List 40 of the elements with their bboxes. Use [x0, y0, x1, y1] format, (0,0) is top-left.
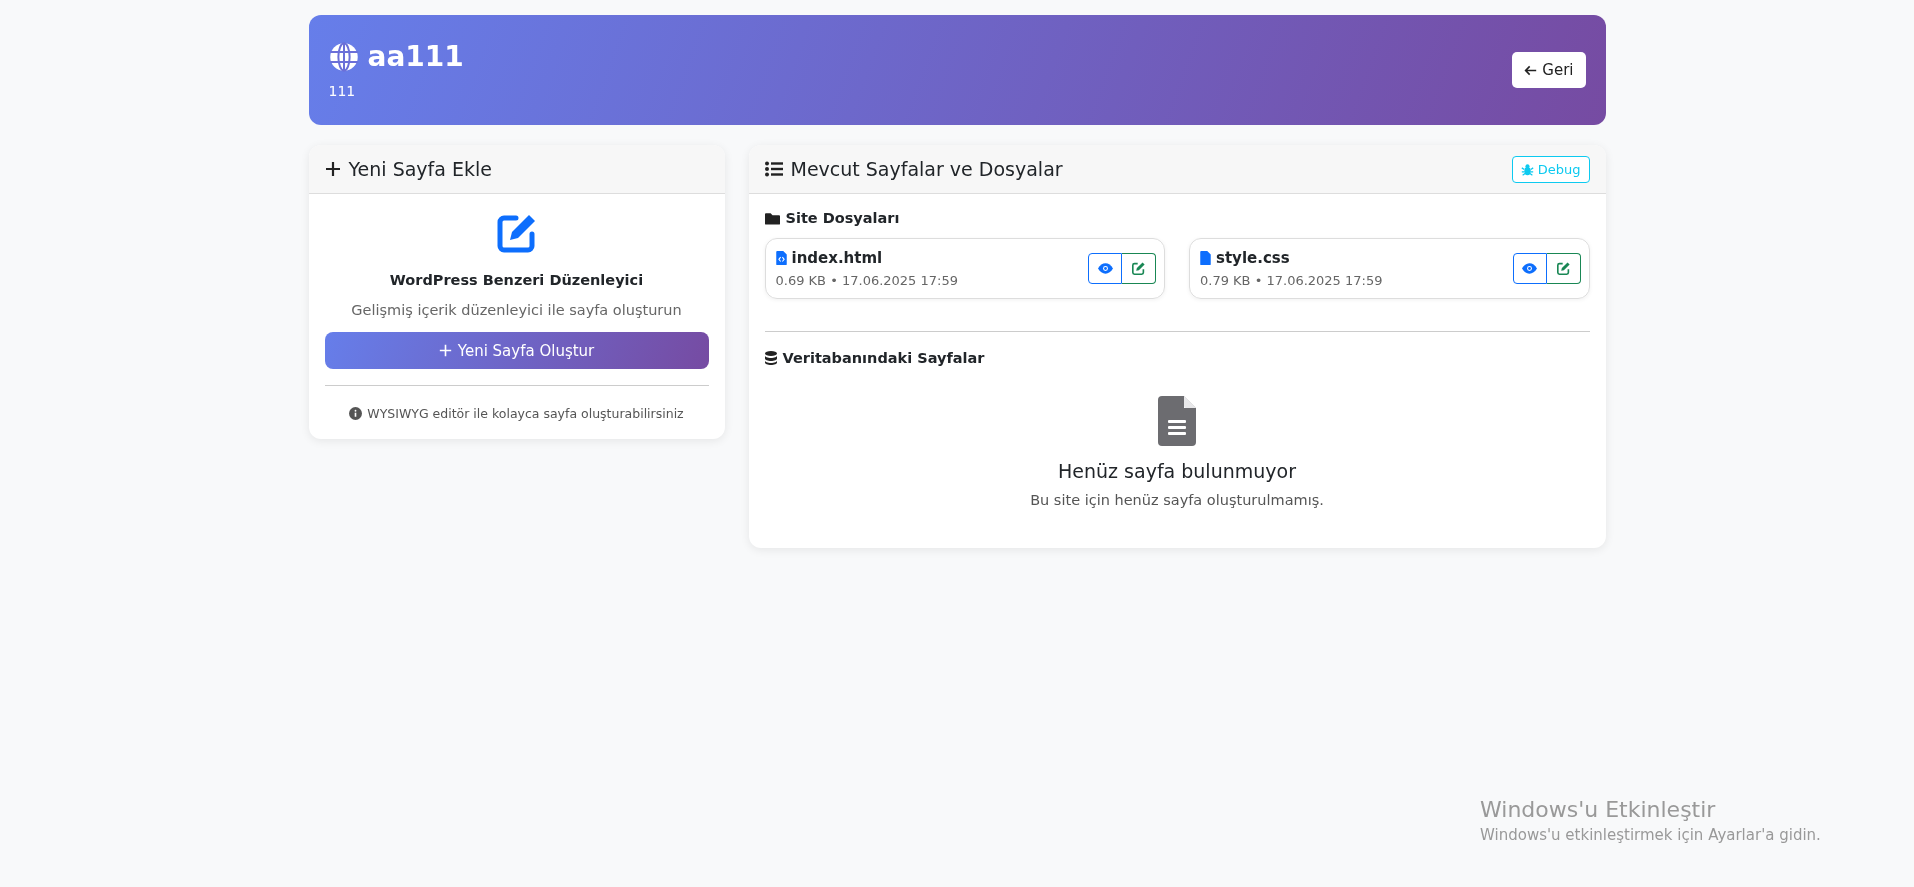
folder-icon — [764, 211, 780, 225]
back-button[interactable]: Geri — [1512, 52, 1586, 88]
document-icon — [1158, 396, 1196, 446]
file-meta: 0.79 KB • 17.06.2025 17:59 — [1200, 273, 1383, 288]
eye-icon — [1097, 263, 1113, 274]
section-title: Veritabanındaki Sayfalar — [782, 350, 985, 366]
edit-icon — [495, 212, 538, 254]
edit-button[interactable] — [1546, 253, 1581, 284]
section-title: Site Dosyaları — [785, 210, 900, 226]
eye-icon — [1522, 263, 1537, 274]
empty-state-title: Henüz sayfa bulunmuyor — [1058, 460, 1296, 482]
empty-state-text: Bu site için henüz sayfa oluşturulmamış. — [1030, 492, 1324, 508]
plus-icon — [324, 161, 341, 177]
view-button[interactable] — [1512, 253, 1547, 284]
bug-icon — [1520, 162, 1534, 176]
arrow-left-icon — [1524, 63, 1538, 77]
plus-icon — [438, 344, 452, 357]
view-button[interactable] — [1088, 253, 1122, 284]
activation-notice-text: Windows'u etkinleştirmek için Ayarlar'a gidin. — [1480, 826, 1821, 844]
edit-button[interactable] — [1122, 253, 1156, 284]
code-file-icon — [775, 251, 787, 265]
list-icon — [764, 161, 783, 177]
editor-title: WordPress Benzeri Düzenleyici — [389, 272, 644, 288]
file-name: style.css — [1216, 249, 1290, 267]
card-title: Yeni Sayfa Ekle — [348, 158, 492, 180]
site-title: aa111 — [367, 40, 464, 73]
info-text: WYSIWYG editör ile kolayca sayfa oluşturabilirsiniz — [367, 406, 684, 421]
edit-icon — [1132, 262, 1145, 275]
info-icon — [349, 407, 363, 420]
site-subtitle: 111 — [328, 83, 356, 99]
card-title: Mevcut Sayfalar ve Dosyalar — [790, 158, 1063, 180]
globe-icon — [328, 41, 359, 72]
file-meta: 0.69 KB • 17.06.2025 17:59 — [775, 273, 958, 288]
file-icon — [1200, 251, 1211, 265]
editor-description: Gelişmiş içerik düzenleyici ile sayfa oluşturun — [351, 302, 682, 318]
create-page-button[interactable]: Yeni Sayfa Oluştur — [324, 332, 709, 369]
edit-icon — [1556, 262, 1570, 275]
database-icon — [764, 351, 777, 365]
file-name: index.html — [791, 249, 883, 267]
activation-notice-title: Windows'u Etkinleştir — [1480, 797, 1717, 822]
